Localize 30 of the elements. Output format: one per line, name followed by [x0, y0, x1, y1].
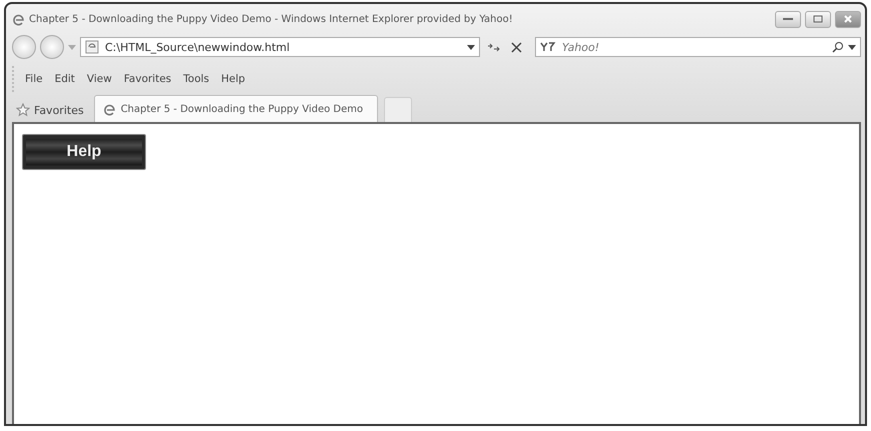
menu-item[interactable]: Help	[216, 71, 250, 87]
menu-item[interactable]: View	[82, 71, 117, 87]
page-icon	[85, 40, 99, 54]
browser-tab[interactable]: Chapter 5 - Downloading the Puppy Video Demo	[94, 95, 378, 122]
window-title: Chapter 5 - Downloading the Puppy Video Demo - Windows Internet Explorer provided by Yahoo!	[29, 14, 514, 24]
ie-logo-icon	[12, 12, 25, 26]
search-provider-icon	[540, 42, 556, 52]
close-icon	[843, 15, 853, 23]
ie-logo-icon	[102, 102, 116, 116]
menu-item[interactable]: File	[20, 71, 48, 87]
dropdown-arrow-icon[interactable]	[848, 44, 856, 50]
menu-item[interactable]: Tools	[178, 71, 214, 87]
address-field[interactable]: C:\HTML_Source\newwindow.html	[103, 40, 463, 54]
close-button[interactable]	[835, 10, 861, 28]
search-box[interactable]: Yahoo!	[535, 37, 861, 57]
close-icon	[511, 42, 522, 52]
star-icon	[16, 103, 30, 117]
dropdown-arrow-icon[interactable]	[467, 44, 475, 50]
maximize-button[interactable]	[805, 10, 831, 28]
search-field[interactable]: Yahoo!	[560, 40, 828, 54]
search-icon[interactable]	[832, 41, 844, 53]
refresh-icon	[487, 41, 501, 53]
help-button[interactable]: Help	[22, 134, 146, 170]
address-bar[interactable]: C:\HTML_Source\newwindow.html	[80, 37, 480, 57]
favorites-button[interactable]: Favorites	[12, 98, 88, 122]
menu-item[interactable]: Favorites	[118, 71, 176, 87]
minimize-icon	[783, 17, 793, 21]
menu-item[interactable]: Edit	[50, 71, 80, 87]
minimize-button[interactable]	[775, 10, 801, 28]
maximize-icon	[813, 15, 823, 23]
